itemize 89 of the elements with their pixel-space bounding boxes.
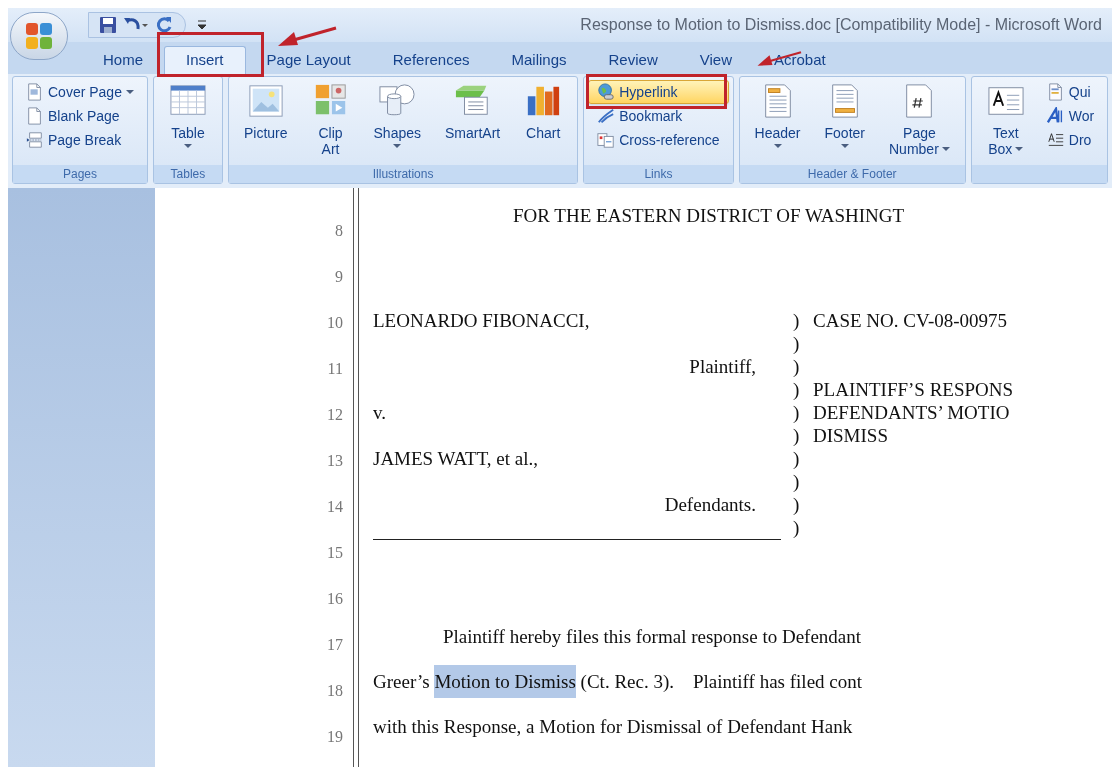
cross-reference-icon <box>597 131 616 149</box>
ribbon-tab[interactable]: View <box>678 46 753 74</box>
drop-cap-icon <box>1046 131 1065 149</box>
ribbon-tab[interactable]: Acrobat <box>752 46 847 74</box>
body-text-line: Greer’s Motion to Dismiss (Ct. Rec. 3). Plaintiff has filed cont <box>373 659 1112 704</box>
ribbon-button[interactable]: Cross-reference <box>588 128 729 152</box>
ribbon-tab[interactable]: References <box>371 46 491 74</box>
caption-paren: ) <box>793 378 801 403</box>
caption-paren: ) <box>793 401 801 426</box>
caption-role: Plaintiff, <box>689 355 756 380</box>
ribbon-button[interactable]: Hyperlink <box>588 80 729 104</box>
ribbon-button[interactable]: Blank Page <box>17 104 143 128</box>
globe-link-icon <box>597 83 616 101</box>
group-label: Links <box>643 166 674 183</box>
ribbon-button[interactable]: SmartArt <box>434 80 512 142</box>
ribbon-button[interactable]: Bookmark <box>588 104 729 128</box>
picture-icon <box>246 83 285 119</box>
caption-paren: ) <box>793 470 801 495</box>
ribbon-button[interactable]: Text Box <box>975 80 1036 158</box>
ribbon-button[interactable]: Shapes <box>362 80 432 150</box>
window-title: Response to Motion to Dismiss.doc [Compatibility Mode] - Microsoft Word <box>580 15 1103 35</box>
caption-paren: ) <box>793 309 801 334</box>
quick-parts-icon <box>1046 83 1065 101</box>
ribbon-button[interactable]: Picture <box>232 80 299 142</box>
line-number: 12 <box>327 405 343 425</box>
caption-title: DISMISS <box>813 424 888 449</box>
ribbon-tab[interactable]: Mailings <box>490 46 588 74</box>
ribbon-button[interactable]: Page Break <box>17 128 143 152</box>
office-logo-icon <box>24 21 54 51</box>
ribbon-tab[interactable]: Insert <box>164 46 246 74</box>
ribbon-button[interactable]: Wor <box>1037 104 1104 128</box>
line-number: 14 <box>327 497 343 517</box>
wordart-icon <box>1046 107 1065 125</box>
ribbon-button[interactable]: Chart <box>513 80 574 142</box>
cover-page-icon <box>26 83 44 101</box>
line-number: 17 <box>327 635 343 655</box>
ribbon-button[interactable]: Header <box>743 80 812 150</box>
line-number: 19 <box>327 727 343 747</box>
line-number: 16 <box>327 589 343 609</box>
caption-party: v. <box>373 401 387 426</box>
caret-icon <box>941 146 950 152</box>
ribbon-button[interactable]: Footer <box>813 80 876 150</box>
caret-icon <box>1015 146 1024 152</box>
caption-paren: ) <box>793 447 801 472</box>
line-number: 10 <box>327 313 343 333</box>
blank-page-icon <box>26 107 44 125</box>
caption-paren: ) <box>793 355 801 380</box>
bookmark-icon <box>597 107 616 125</box>
caption-party: JAMES WATT, et al., <box>373 447 538 472</box>
save-icon[interactable] <box>99 16 117 34</box>
line-number: 15 <box>327 543 343 563</box>
customize-toolbar-icon[interactable] <box>196 18 208 32</box>
ribbon-tab[interactable]: Review <box>587 46 679 74</box>
body-text-line: with this Response, a Motion for Dismissal of Defendant Hank <box>373 715 854 739</box>
court-heading: FOR THE EASTERN DISTRICT OF WASHINGT <box>513 204 906 228</box>
ribbon-tab[interactable]: Page Layout <box>245 46 372 74</box>
body-text-line: Plaintiff hereby files this formal response to Defendant <box>442 625 863 649</box>
ribbon-button[interactable]: Dro <box>1037 128 1104 152</box>
caret-icon <box>125 89 134 95</box>
page-break-icon <box>26 131 44 149</box>
caption-title: DEFENDANTS’ MOTIO <box>813 401 1010 426</box>
group-label: Illustrations <box>371 166 435 183</box>
group-label: Pages <box>61 166 98 183</box>
caret-icon <box>773 144 782 149</box>
ribbon-button[interactable]: Cover Page <box>17 80 143 104</box>
caption-party: LEONARDO FIBONACCI, <box>373 309 590 334</box>
redo-icon[interactable] <box>155 16 173 34</box>
line-number: 8 <box>335 221 343 241</box>
line-number: 9 <box>335 267 343 287</box>
caret-icon <box>183 144 192 149</box>
ribbon-button[interactable]: Clip Art <box>300 80 361 158</box>
line-number: 18 <box>327 681 343 701</box>
caption-paren: ) <box>793 332 801 357</box>
caption-title: CASE NO. CV-08-00975 <box>813 309 1008 334</box>
line-number: 11 <box>327 359 343 379</box>
ribbon-button[interactable]: Qui <box>1037 80 1104 104</box>
line-number: 13 <box>327 451 343 471</box>
caret-icon <box>840 144 849 149</box>
caption-title: PLAINTIFF’S RESPONS <box>813 378 1014 403</box>
caption-role: Defendants. <box>664 493 756 518</box>
caption-paren: ) <box>793 424 801 449</box>
ribbon-tab[interactable]: Home <box>82 46 164 74</box>
group-label: Header & Footer <box>806 166 898 183</box>
ribbon-button[interactable]: Table <box>157 80 218 150</box>
caption-paren: ) <box>793 516 801 541</box>
caption-paren: ) <box>793 493 801 518</box>
group-label: Tables <box>169 166 207 183</box>
caret-icon <box>393 144 402 149</box>
ribbon-button[interactable]: Page Number <box>878 80 961 158</box>
